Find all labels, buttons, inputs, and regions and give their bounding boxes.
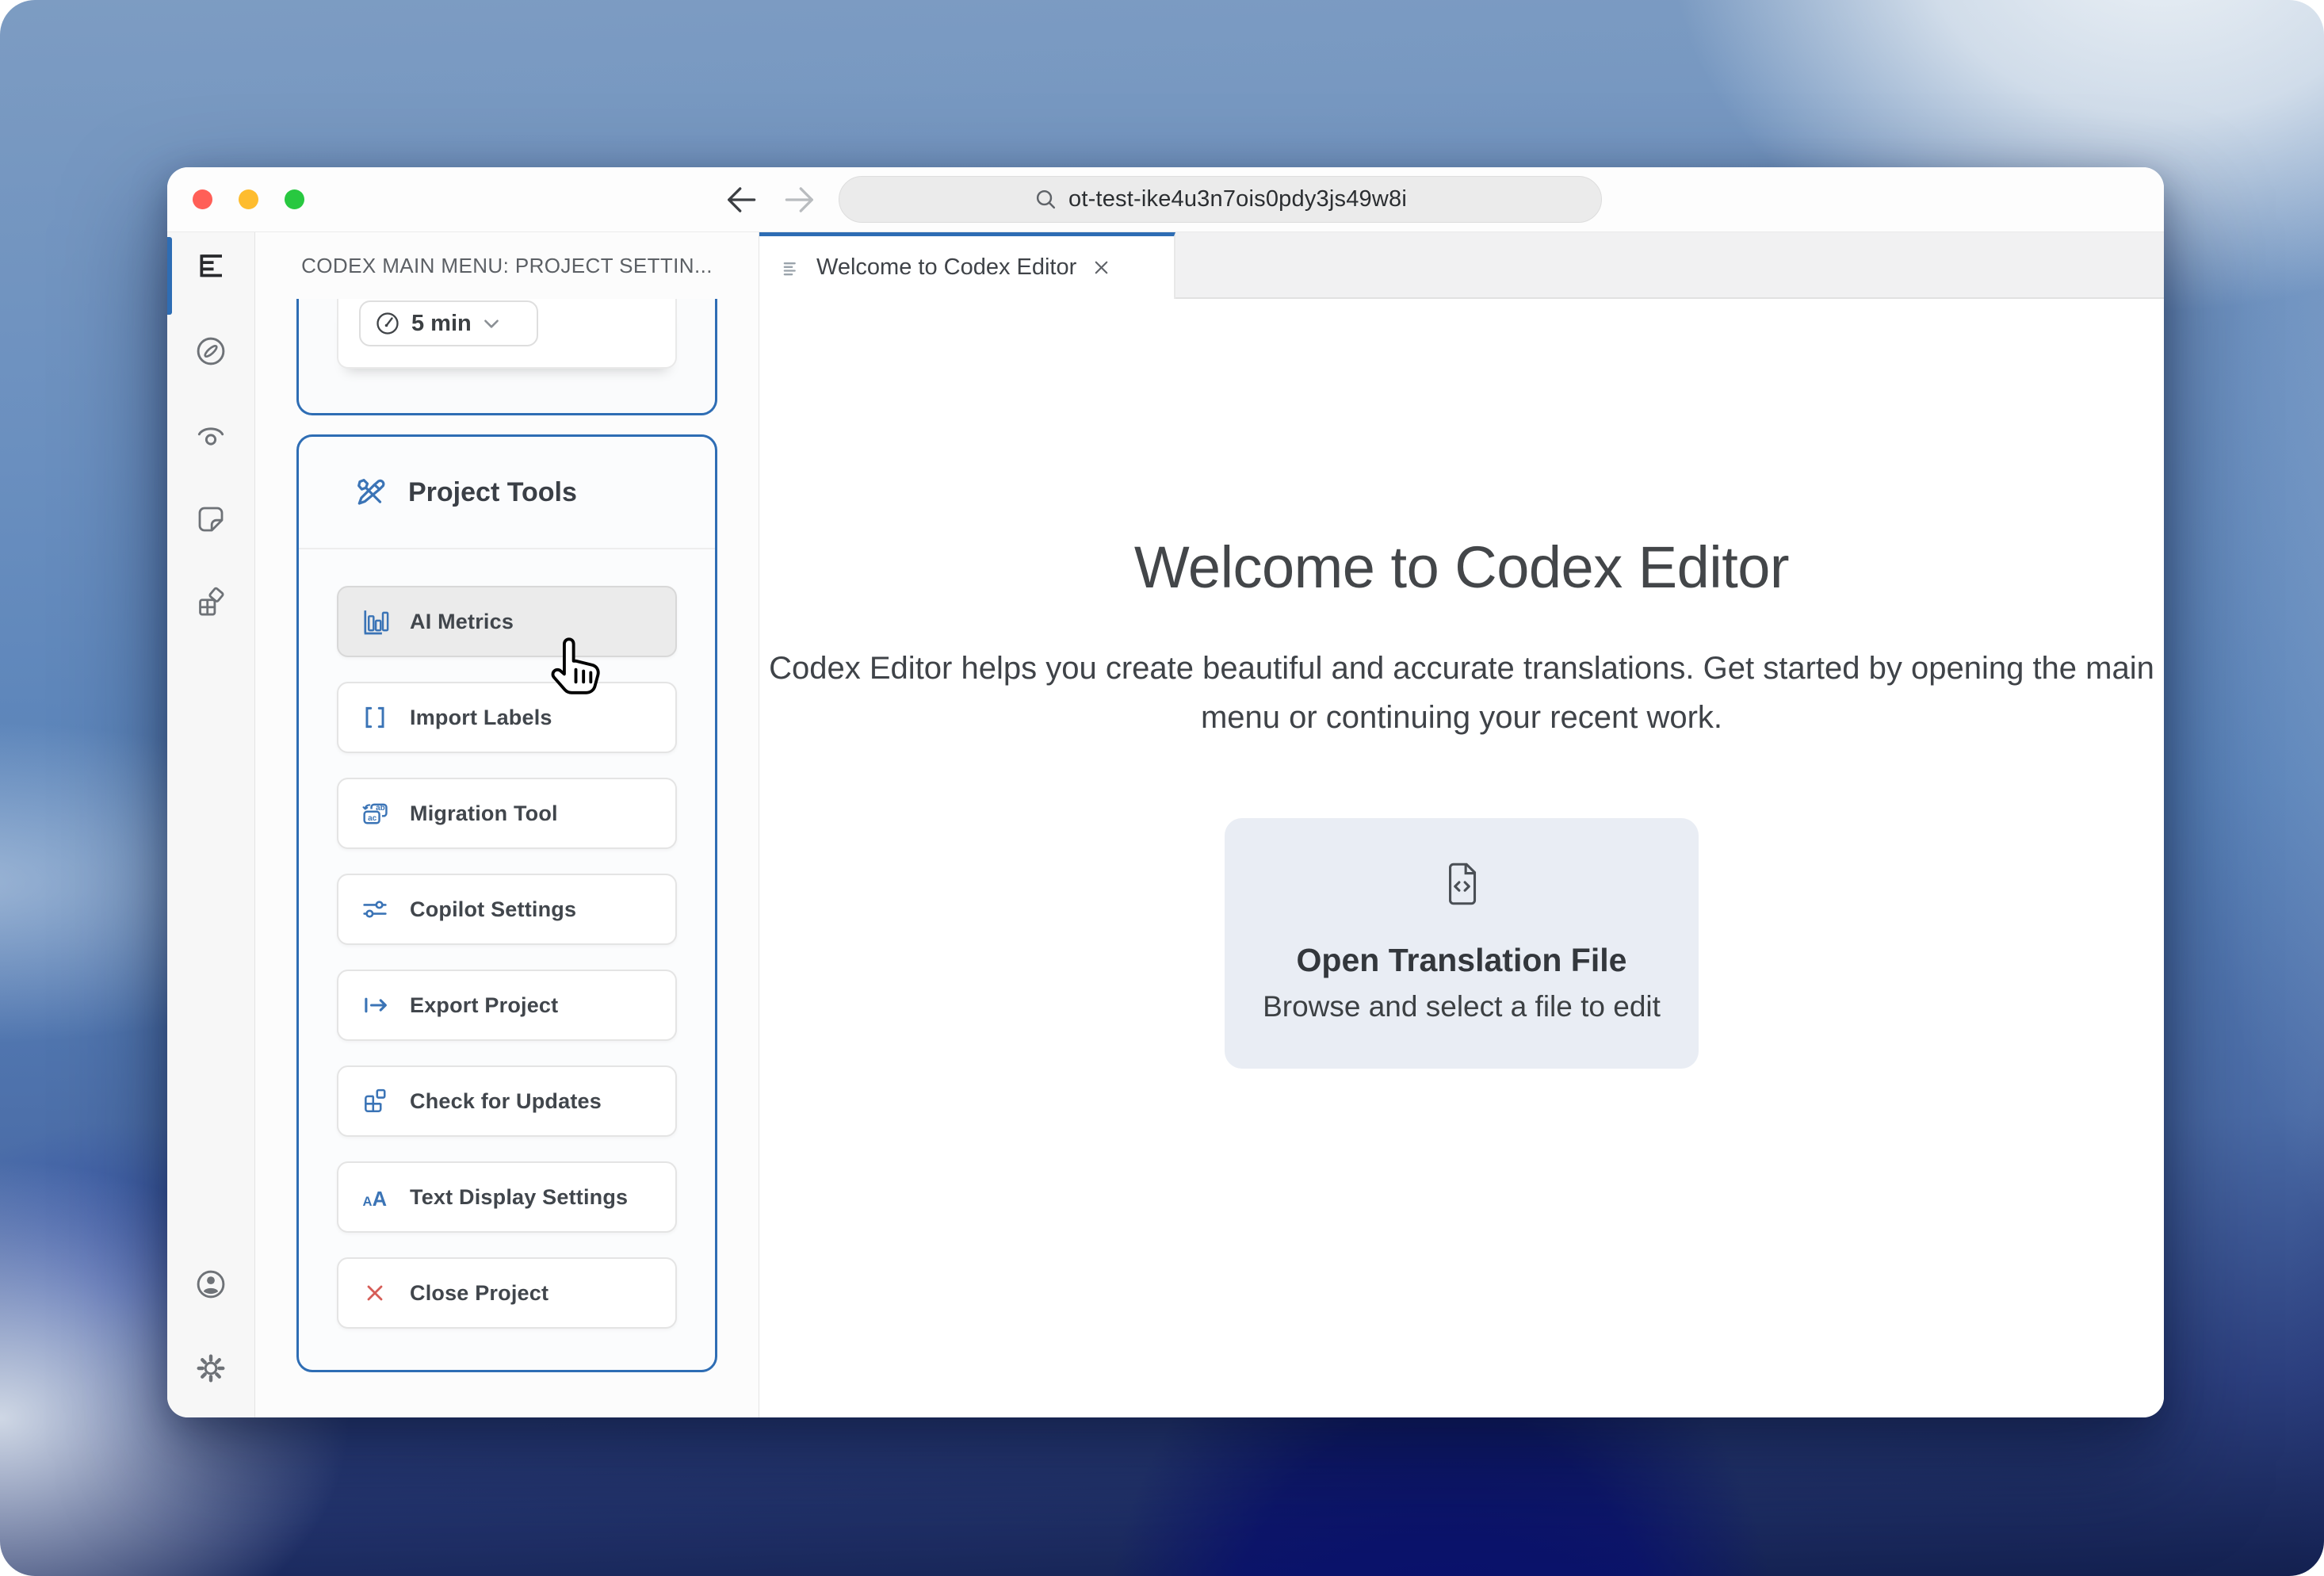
close-window-button[interactable] xyxy=(193,189,212,209)
project-tools-header: Project Tools xyxy=(299,437,715,549)
sidebar-item-notes[interactable] xyxy=(185,494,236,545)
tool-button-label: AI Metrics xyxy=(410,609,514,633)
svg-text:ab: ab xyxy=(376,804,385,813)
check-for-updates-button[interactable]: Check for Updates xyxy=(337,1065,677,1137)
chevron-down-icon xyxy=(484,319,499,328)
sidebar-item-extensions[interactable] xyxy=(185,578,236,629)
tools-icon xyxy=(357,479,385,505)
export-project-button[interactable]: Export Project xyxy=(337,970,677,1041)
svg-text:A: A xyxy=(373,1188,387,1211)
copilot-settings-button[interactable]: Copilot Settings xyxy=(337,874,677,945)
outline-tree-icon xyxy=(200,254,222,277)
open-card-subtitle: Browse and select a file to edit xyxy=(1263,989,1661,1023)
svg-text:A: A xyxy=(362,1194,372,1209)
tool-button-label: Close Project xyxy=(410,1280,549,1305)
active-rail-indicator xyxy=(167,237,172,315)
gauge-icon xyxy=(377,312,399,335)
tab-list-icon xyxy=(783,262,796,275)
open-translation-file-card[interactable]: Open Translation File Browse and select … xyxy=(1225,818,1699,1069)
tool-button-label: Import Labels xyxy=(410,705,552,729)
account-button[interactable] xyxy=(185,1259,236,1310)
bar-chart-icon xyxy=(364,610,389,635)
compass-icon xyxy=(197,337,225,365)
page-title: Welcome to Codex Editor xyxy=(1133,534,1790,600)
import-labels-button[interactable]: Import Labels xyxy=(337,682,677,753)
tab-welcome[interactable]: Welcome to Codex Editor xyxy=(759,232,1175,299)
close-x-icon xyxy=(367,1285,383,1301)
note-icon xyxy=(198,507,224,532)
tool-button-label: Migration Tool xyxy=(410,801,558,825)
brackets-icon xyxy=(365,706,384,729)
project-settings-card: 5 min xyxy=(296,299,717,415)
traffic-lights xyxy=(193,167,304,231)
search-icon xyxy=(1036,189,1056,209)
back-arrow-icon xyxy=(728,186,756,212)
settings-button[interactable] xyxy=(185,1343,236,1394)
font-size-icon: A A xyxy=(362,1188,387,1211)
export-arrow-icon xyxy=(365,997,387,1013)
url-text: ot-test-ike4u3n7ois0pdy3js49w8i xyxy=(1068,186,1407,212)
zoom-window-button[interactable] xyxy=(285,189,304,209)
welcome-description: Codex Editor helps you create beautiful … xyxy=(769,651,2154,735)
window-toolbar: ot-test-ike4u3n7ois0pdy3js49w8i xyxy=(167,167,2164,232)
back-button[interactable] xyxy=(722,181,760,219)
app-window: ot-test-ike4u3n7ois0pdy3js49w8i CODEX MA… xyxy=(167,167,2164,1417)
project-tools-card: Project Tools AI Metrics Import Labels a… xyxy=(296,434,717,1372)
tab-title: Welcome to Codex Editor xyxy=(816,254,1077,280)
tool-button-label: Copilot Settings xyxy=(410,897,577,921)
interval-dropdown[interactable]: 5 min xyxy=(359,300,538,346)
tool-button-label: Check for Updates xyxy=(410,1088,602,1113)
interval-value: 5 min xyxy=(411,310,472,336)
panel-header: CODEX MAIN MENU: PROJECT SETTIN... xyxy=(255,232,759,299)
tab-bar: Welcome to Codex Editor xyxy=(759,232,2164,299)
tab-bar-empty-space xyxy=(1175,232,2164,299)
translate-cards-icon: ab ac xyxy=(362,803,388,824)
minimize-window-button[interactable] xyxy=(239,189,258,209)
update-blocks-icon xyxy=(365,1088,386,1113)
tab-close-icon[interactable] xyxy=(1091,257,1112,278)
panel-scroll-area[interactable]: 5 min Project Tools AI Metrics Import La… xyxy=(255,299,759,1417)
ai-metrics-button[interactable]: AI Metrics xyxy=(337,586,677,657)
sliders-icon xyxy=(363,901,387,918)
address-bar[interactable]: ot-test-ike4u3n7ois0pdy3js49w8i xyxy=(839,176,1602,223)
sidebar-item-compass[interactable] xyxy=(185,326,236,377)
blocks-icon xyxy=(199,587,224,616)
open-card-title: Open Translation File xyxy=(1296,941,1627,978)
sidebar-item-preview[interactable] xyxy=(185,410,236,461)
welcome-screen: Welcome to Codex Editor Codex Editor hel… xyxy=(759,299,2164,1417)
account-icon xyxy=(197,1270,225,1299)
sidebar-item-outline[interactable] xyxy=(185,242,236,293)
project-tools-title: Project Tools xyxy=(408,476,577,507)
icon-rail xyxy=(167,232,255,1417)
tool-button-label: Text Display Settings xyxy=(410,1184,629,1209)
settings-inner-card: 5 min xyxy=(337,299,677,369)
preview-eye-icon xyxy=(197,427,224,446)
text-display-settings-button[interactable]: A A Text Display Settings xyxy=(337,1161,677,1233)
panel-title: CODEX MAIN MENU: PROJECT SETTIN... xyxy=(301,253,713,277)
forward-arrow-icon xyxy=(785,186,813,212)
tool-button-label: Export Project xyxy=(410,993,559,1017)
main-menu-panel: CODEX MAIN MENU: PROJECT SETTIN... 5 min xyxy=(255,232,759,1417)
forward-button[interactable] xyxy=(781,181,819,219)
settings-gear-icon xyxy=(197,1354,225,1383)
svg-text:ac: ac xyxy=(368,814,377,823)
editor-area: Welcome to Codex Editor Welcome to Codex… xyxy=(759,232,2164,1417)
migration-tool-button[interactable]: ab ac Migration Tool xyxy=(337,778,677,849)
close-project-button[interactable]: Close Project xyxy=(337,1257,677,1329)
file-code-icon xyxy=(1449,863,1477,905)
